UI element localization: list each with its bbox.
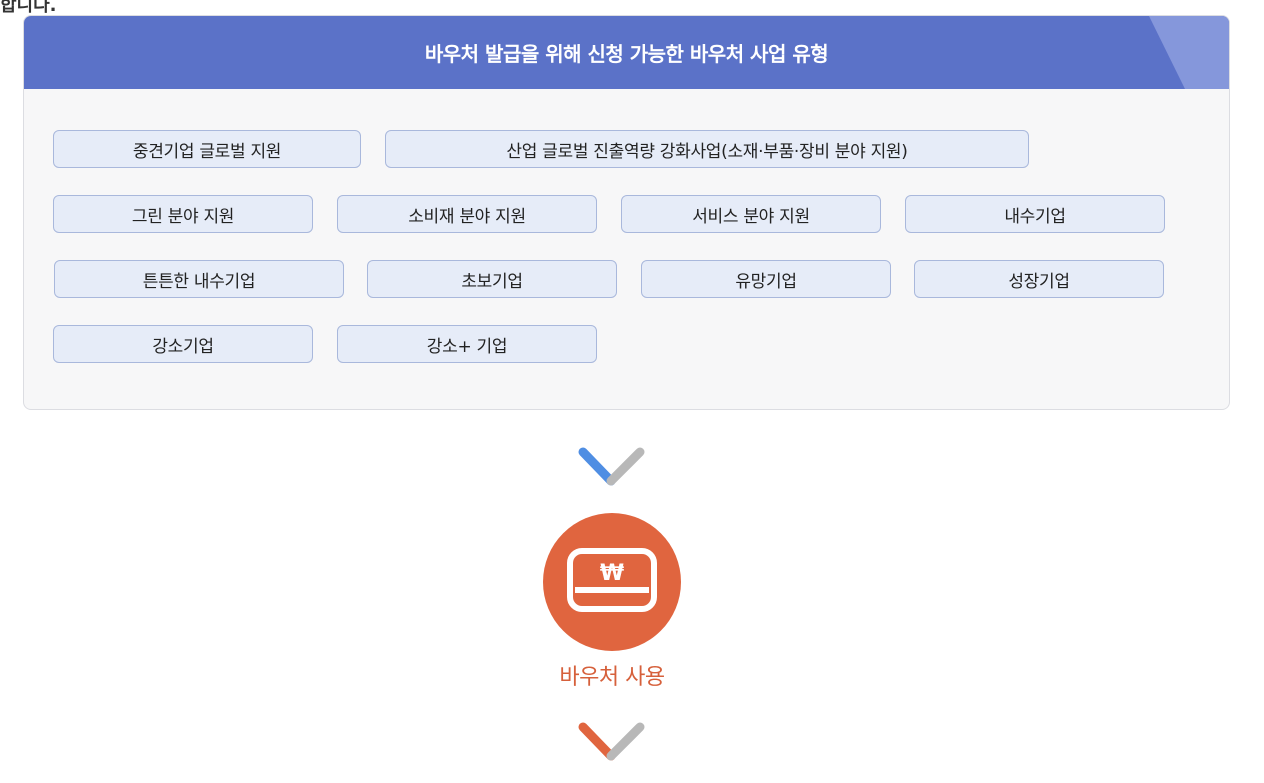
won-symbol: ₩ xyxy=(600,561,624,586)
item-small-giant-plus: 강소+ 기업 xyxy=(337,325,597,363)
item-promising: 유망기업 xyxy=(641,260,891,298)
panel-header: 바우처 발급을 위해 신청 가능한 바우처 사업 유형 xyxy=(24,16,1229,89)
header-accent-shape xyxy=(1149,16,1229,89)
voucher-usage-label: 바우처 사용 xyxy=(559,665,665,690)
item-beginner: 초보기업 xyxy=(367,260,617,298)
item-industry-global: 산업 글로벌 진출역량 강화사업(소재·부품·장비 분야 지원) xyxy=(385,130,1029,168)
won-card-icon: ₩ xyxy=(567,548,657,612)
item-growth: 성장기업 xyxy=(914,260,1164,298)
item-strong-domestic: 튼튼한 내수기업 xyxy=(54,260,344,298)
item-consumer-goods: 소비재 분야 지원 xyxy=(337,195,597,233)
voucher-usage-step-circle: ₩ xyxy=(543,513,681,651)
item-service: 서비스 분야 지원 xyxy=(621,195,881,233)
item-mid-sized-global: 중견기업 글로벌 지원 xyxy=(53,130,361,168)
item-small-giant: 강소기업 xyxy=(53,325,313,363)
chevron-down-icon xyxy=(578,722,645,761)
panel-title: 바우처 발급을 위해 신청 가능한 바우처 사업 유형 xyxy=(424,42,829,66)
item-green: 그린 분야 지원 xyxy=(53,195,313,233)
chevron-down-icon xyxy=(578,447,645,486)
voucher-type-panel: 바우처 발급을 위해 신청 가능한 바우처 사업 유형 중견기업 글로벌 지원 … xyxy=(23,15,1230,410)
item-domestic: 내수기업 xyxy=(905,195,1165,233)
